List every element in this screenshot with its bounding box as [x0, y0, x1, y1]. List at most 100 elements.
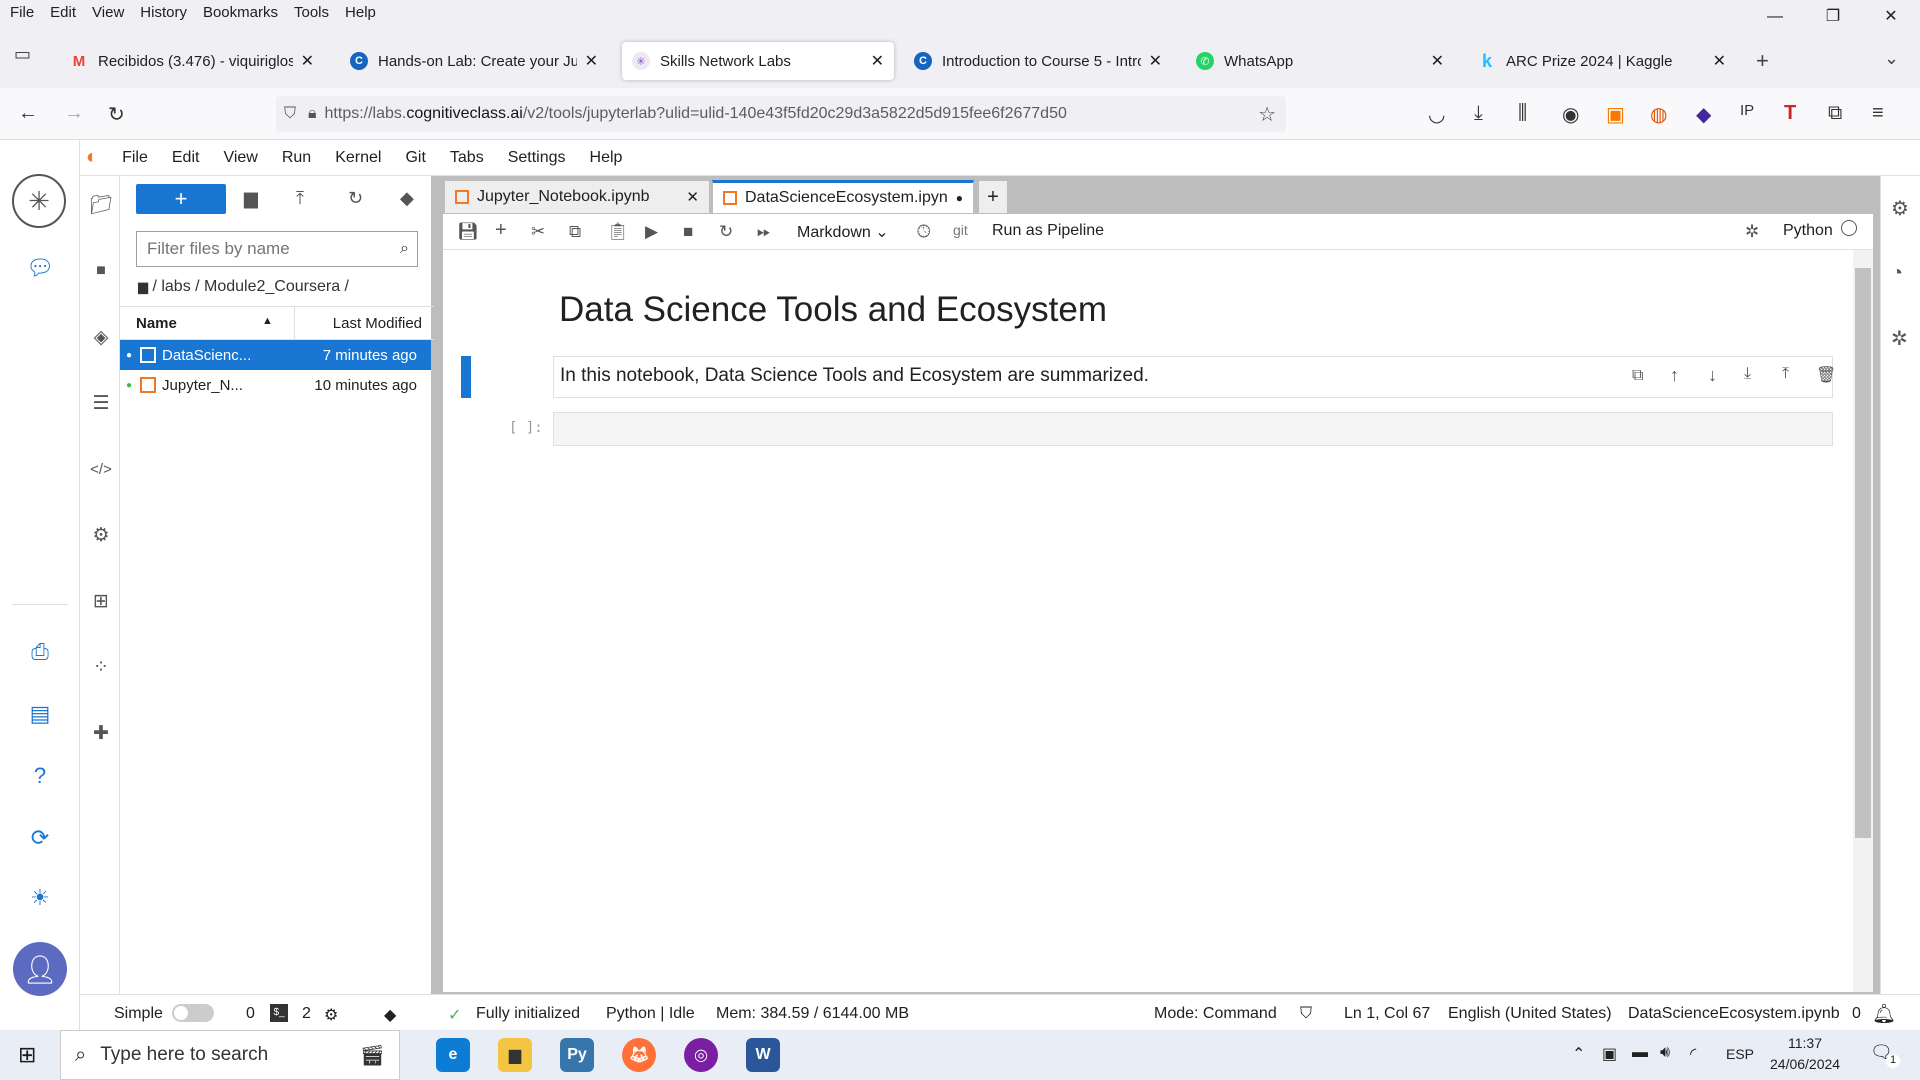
column-name[interactable]: Name	[136, 315, 177, 332]
network-icon[interactable]: ▣	[1602, 1044, 1617, 1064]
skills-network-logo-icon[interactable]: ✳	[12, 174, 66, 228]
simple-mode-toggle[interactable]	[172, 1004, 214, 1022]
components-icon[interactable]: ⁘	[88, 654, 114, 680]
refresh-icon[interactable]: ↻	[348, 188, 363, 209]
elyra-icon[interactable]: ⊞	[88, 588, 114, 614]
fast-forward-icon[interactable]: ⏩︎	[757, 222, 771, 242]
url-text[interactable]: https://labs.cognitiveclass.ai/v2/tools/…	[325, 105, 1067, 123]
new-tab-icon[interactable]: +	[1756, 48, 1769, 74]
cell-type-select[interactable]: Markdown ⌄	[797, 222, 889, 242]
insert-below-icon[interactable]: ⤓	[1744, 365, 1751, 383]
tab-skills-network[interactable]: ✳ Skills Network Labs ✕	[622, 42, 894, 80]
lsp-status[interactable]: Fully initialized	[476, 1005, 580, 1023]
library-icon[interactable]: ⫼	[1518, 102, 1527, 125]
avatar[interactable]: 👤︎	[13, 942, 67, 996]
code-icon[interactable]: </>	[88, 456, 114, 482]
lock-icon[interactable]: 🔒︎	[308, 105, 317, 123]
run-icon[interactable]: ▶	[645, 222, 658, 242]
volume-icon[interactable]: 🔊︎	[1660, 1044, 1670, 1062]
close-tab-icon[interactable]: ✕	[686, 188, 699, 206]
edge-icon[interactable]: e	[436, 1038, 470, 1072]
tab-datascience-ecosystem[interactable]: DataScienceEcosystem.ipyn ●	[712, 180, 974, 214]
reload-icon[interactable]: ↻	[108, 102, 125, 127]
folder-icon[interactable]: ▆	[138, 279, 148, 294]
close-tab-icon[interactable]: ✕	[301, 51, 314, 71]
python-icon[interactable]: Py	[560, 1038, 594, 1072]
upload-icon[interactable]: ⤒	[296, 188, 304, 209]
add-tab-button[interactable]: +	[978, 180, 1008, 214]
close-tab-icon[interactable]: ✕	[1713, 51, 1726, 71]
input-language[interactable]: ESP	[1726, 1046, 1754, 1062]
close-tab-icon[interactable]: ✕	[871, 51, 884, 71]
extension-icon[interactable]: ◆	[1696, 102, 1711, 127]
forward-icon[interactable]: →	[64, 102, 84, 125]
sync-icon[interactable]: ⟳	[22, 820, 58, 856]
paste-icon[interactable]: 📋︎	[607, 222, 629, 242]
chevron-up-icon[interactable]: ⌃	[1572, 1044, 1585, 1064]
account-icon[interactable]: ◉	[1562, 102, 1579, 127]
menu-help[interactable]: Help	[343, 1, 378, 25]
extensions-puzzle-icon[interactable]: ⧉	[1828, 102, 1842, 125]
kernel-state[interactable]: Python | Idle	[606, 1005, 695, 1023]
help-icon[interactable]: ?	[22, 758, 58, 794]
breadcrumb[interactable]: ▆ / labs / Module2_Coursera /	[138, 278, 349, 296]
sort-up-icon[interactable]: ▲	[262, 315, 273, 327]
shield-icon[interactable]: ⛉	[284, 105, 296, 123]
cursor-position[interactable]: Ln 1, Col 67	[1344, 1005, 1430, 1023]
bell-icon[interactable]: 🔔︎	[1872, 1002, 1896, 1026]
terminal-count[interactable]: 0	[246, 1005, 255, 1023]
chat-assistant-icon[interactable]: 💬︎	[22, 250, 58, 286]
kernel-icon[interactable]: ⚙	[324, 1005, 338, 1025]
extension-icon[interactable]: IP	[1740, 102, 1754, 119]
extension-icon[interactable]: T	[1784, 102, 1796, 125]
close-tab-icon[interactable]: ✕	[585, 51, 598, 71]
wifi-icon[interactable]: ◜	[1690, 1044, 1696, 1064]
windows-start-icon[interactable]: ⊞	[18, 1042, 36, 1068]
downloads-icon[interactable]: ⤓	[1474, 102, 1483, 125]
markdown-cell[interactable]: In this notebook, Data Science Tools and…	[553, 356, 1836, 398]
jp-menu-settings[interactable]: Settings	[508, 149, 566, 167]
battery-icon[interactable]: ▬	[1632, 1044, 1648, 1062]
clock-date[interactable]: 24/06/2024	[1770, 1056, 1840, 1072]
inbox-icon[interactable]: ⎙	[22, 634, 58, 670]
toc-icon[interactable]: ☰	[88, 390, 114, 416]
terminal-icon[interactable]: $_	[270, 1004, 288, 1022]
menu-history[interactable]: History	[138, 1, 189, 25]
tab-hands-on-lab[interactable]: C Hands-on Lab: Create your Jupy ✕	[340, 42, 608, 80]
jp-menu-help[interactable]: Help	[590, 149, 623, 167]
spellcheck-language[interactable]: English (United States)	[1448, 1005, 1612, 1023]
git-icon[interactable]: ◈	[88, 324, 114, 350]
instructions-icon[interactable]: ▤	[22, 696, 58, 732]
stop-icon[interactable]: ■	[683, 222, 693, 242]
file-explorer-icon[interactable]: ▆	[498, 1038, 532, 1072]
chevron-down-icon[interactable]: ⌄	[1884, 48, 1899, 69]
jp-menu-run[interactable]: Run	[282, 149, 311, 167]
git-clone-icon[interactable]: ◆	[400, 188, 414, 209]
restart-icon[interactable]: ↻	[719, 222, 733, 242]
extensions-icon[interactable]: ✚	[88, 720, 114, 746]
word-icon[interactable]: W	[746, 1038, 780, 1072]
git-diff-button[interactable]: git	[953, 222, 968, 238]
cut-icon[interactable]: ✂	[531, 222, 545, 242]
close-tab-icon[interactable]: ✕	[1149, 51, 1162, 71]
notification-count[interactable]: 0	[1852, 1005, 1861, 1023]
jp-menu-tabs[interactable]: Tabs	[450, 149, 484, 167]
duplicate-cell-icon[interactable]: ⧉	[1632, 367, 1643, 385]
menu-edit[interactable]: Edit	[48, 1, 78, 25]
scrollbar[interactable]	[1853, 250, 1873, 992]
folder-icon[interactable]: 📁︎	[88, 192, 114, 218]
extension-icon[interactable]: ◍	[1650, 102, 1667, 127]
tab-jupyter-notebook[interactable]: Jupyter_Notebook.ipynb ✕	[444, 180, 710, 214]
save-icon[interactable]: 💾︎	[457, 222, 479, 242]
filter-files-input[interactable]: Filter files by name ⌕	[136, 231, 418, 267]
move-up-icon[interactable]: ↑	[1670, 365, 1679, 386]
lsp-check-icon[interactable]: ✓	[448, 1005, 461, 1025]
property-inspector-icon[interactable]: ⚙	[1891, 196, 1909, 221]
file-row[interactable]: ● Jupyter_N... 10 minutes ago	[120, 370, 431, 400]
git-icon[interactable]: ◆	[384, 1005, 396, 1025]
menu-bookmarks[interactable]: Bookmarks	[201, 1, 280, 25]
menu-file[interactable]: File	[8, 1, 36, 25]
property-inspector-icon[interactable]: ⚙	[88, 522, 114, 548]
tab-kaggle[interactable]: k ARC Prize 2024 | Kaggle ✕	[1468, 42, 1736, 80]
jp-menu-edit[interactable]: Edit	[172, 149, 200, 167]
